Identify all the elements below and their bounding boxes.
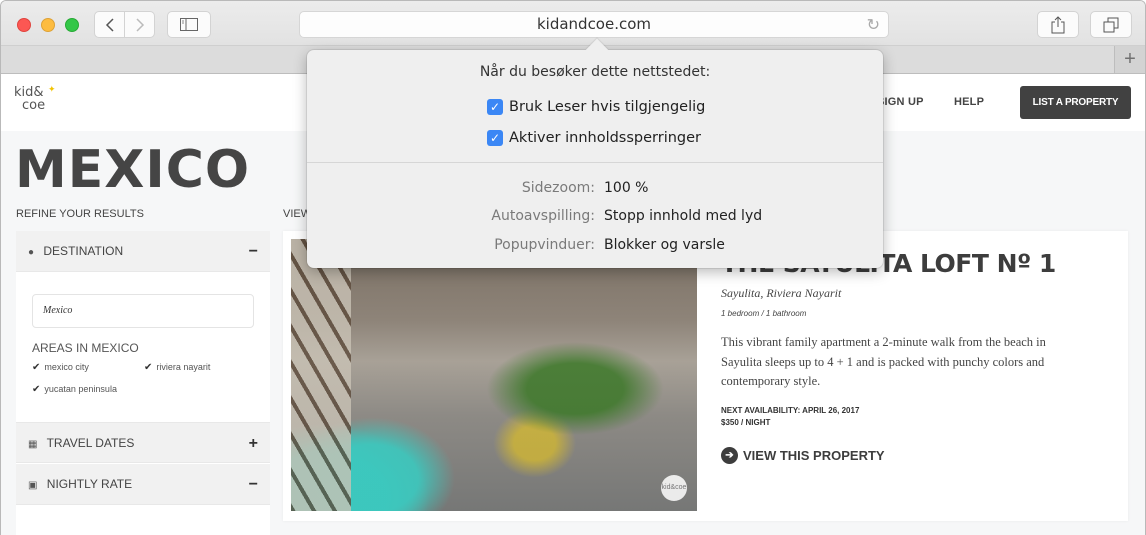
nightly-rate-filter-header[interactable]: ▣ NIGHTLY RATE − [16,464,270,505]
area-label: mexico city [44,362,89,372]
reader-checkbox-label: Bruk Leser hvis tilgjengelig [509,99,706,115]
listing-description: This vibrant family apartment a 2-minute… [721,335,1046,388]
star-icon: ✦ [48,85,56,95]
destination-input[interactable]: Mexico [32,294,254,328]
arrow-right-icon: ➔ [721,447,738,464]
page-zoom-label: Sidezoom: [521,180,595,196]
minimize-window-button[interactable] [41,18,55,32]
reader-checkbox[interactable]: ✓ Bruk Leser hvis tilgjengelig [487,99,705,115]
sidebar-button[interactable] [167,11,211,38]
back-button[interactable] [94,11,125,38]
share-icon [1051,15,1065,33]
view-property-link[interactable]: ➔ VIEW THIS PROPERTY [721,447,885,464]
filters-panel: ● DESTINATION − Mexico AREAS IN MEXICO ✔… [16,231,270,535]
auto-play-label: Autoavspilling: [491,208,595,224]
listing-rooms: 1 bedroom / 1 bathroom [721,309,807,318]
popups-select[interactable]: Blokker og varsle [604,237,725,253]
money-icon: ▣ [28,480,38,491]
area-label: riviera nayarit [156,362,211,372]
popups-label: Popupvinduer: [494,237,595,253]
availability-text: NEXT AVAILABILITY: APRIL 26, 2017 [721,406,860,415]
globe-icon: ● [28,247,35,258]
url-text: kidandcoe.com [536,15,652,33]
auto-play-select[interactable]: Stopp innhold med lyd [604,208,762,224]
list-property-button[interactable]: LIST A PROPERTY [1020,86,1131,119]
destination-label: DESTINATION [43,244,124,258]
show-tabs-button[interactable] [1090,11,1132,38]
photo-window-frame [291,239,351,511]
area-label: yucatan peninsula [44,384,117,394]
site-logo[interactable]: kid& ✦ coe [14,85,56,113]
page-zoom-select[interactable]: 100 % [604,180,648,196]
page-title: MEXICO [15,140,251,200]
nav-sign-up[interactable]: SIGN UP [877,96,924,108]
content-blockers-checkbox[interactable]: ✓ Aktiver innholdssperringer [487,130,701,146]
nightly-rate-label: NIGHTLY RATE [46,477,133,491]
content-blockers-checkbox-label: Aktiver innholdssperringer [509,130,702,146]
listing-photo[interactable]: kid&coe [291,239,697,511]
sidebar-icon [180,18,198,31]
photo-watermark: kid&coe [661,475,687,501]
logo-line-2: coe [22,98,46,113]
website-settings-popover: Når du besøker dette nettstedet: ✓ Bruk … [307,38,883,268]
collapse-icon[interactable]: − [249,464,258,505]
calendar-icon: ▦ [28,439,38,450]
destination-filter-header[interactable]: ● DESTINATION − [16,231,270,272]
maximize-window-button[interactable] [65,18,79,32]
forward-button[interactable] [125,11,155,38]
refine-results-label: REFINE YOUR RESULTS [16,208,144,220]
plus-icon: + [1124,48,1136,70]
popover-title: Når du besøker dette nettstedet: [479,64,711,80]
price-text: $350 / NIGHT [721,418,771,427]
browser-toolbar: kidandcoe.com ↻ [1,1,1145,46]
listing-availability: NEXT AVAILABILITY: APRIL 26, 2017 $350 /… [721,405,859,429]
back-icon [105,17,114,32]
checkbox-checked-icon: ✓ [487,99,503,115]
checkmark-icon: ✔ [144,362,153,373]
address-bar[interactable]: kidandcoe.com ↻ [299,11,889,38]
new-tab-button[interactable]: + [1114,46,1145,73]
share-button[interactable] [1037,11,1079,38]
listing-card: kid&coe THE SAYULITA LOFT Nº 1 Sayulita,… [283,231,1128,521]
area-checkbox[interactable]: ✔ mexico city [32,362,89,373]
nav-help[interactable]: HELP [954,96,984,108]
tabs-icon [1103,17,1119,32]
view-property-label: VIEW THIS PROPERTY [743,448,885,463]
reload-icon[interactable]: ↻ [867,12,880,37]
area-checkbox[interactable]: ✔ riviera nayarit [144,362,210,373]
listing-location: Sayulita, Riviera Nayarit [721,286,842,300]
popover-divider [307,162,883,163]
safari-window: kidandcoe.com ↻ + kid& ✦ coe SIGN UP HEL… [0,0,1146,535]
checkmark-icon: ✔ [32,362,41,373]
checkmark-icon: ✔ [32,384,41,395]
areas-title: AREAS IN MEXICO [32,341,139,355]
area-checkbox[interactable]: ✔ yucatan peninsula [32,384,117,395]
expand-icon[interactable]: + [249,423,258,464]
travel-dates-filter-header[interactable]: ▦ TRAVEL DATES + [16,422,270,463]
collapse-icon[interactable]: − [249,231,258,272]
travel-dates-label: TRAVEL DATES [46,436,135,450]
forward-icon [135,17,144,32]
checkbox-checked-icon: ✓ [487,130,503,146]
close-window-button[interactable] [17,18,31,32]
